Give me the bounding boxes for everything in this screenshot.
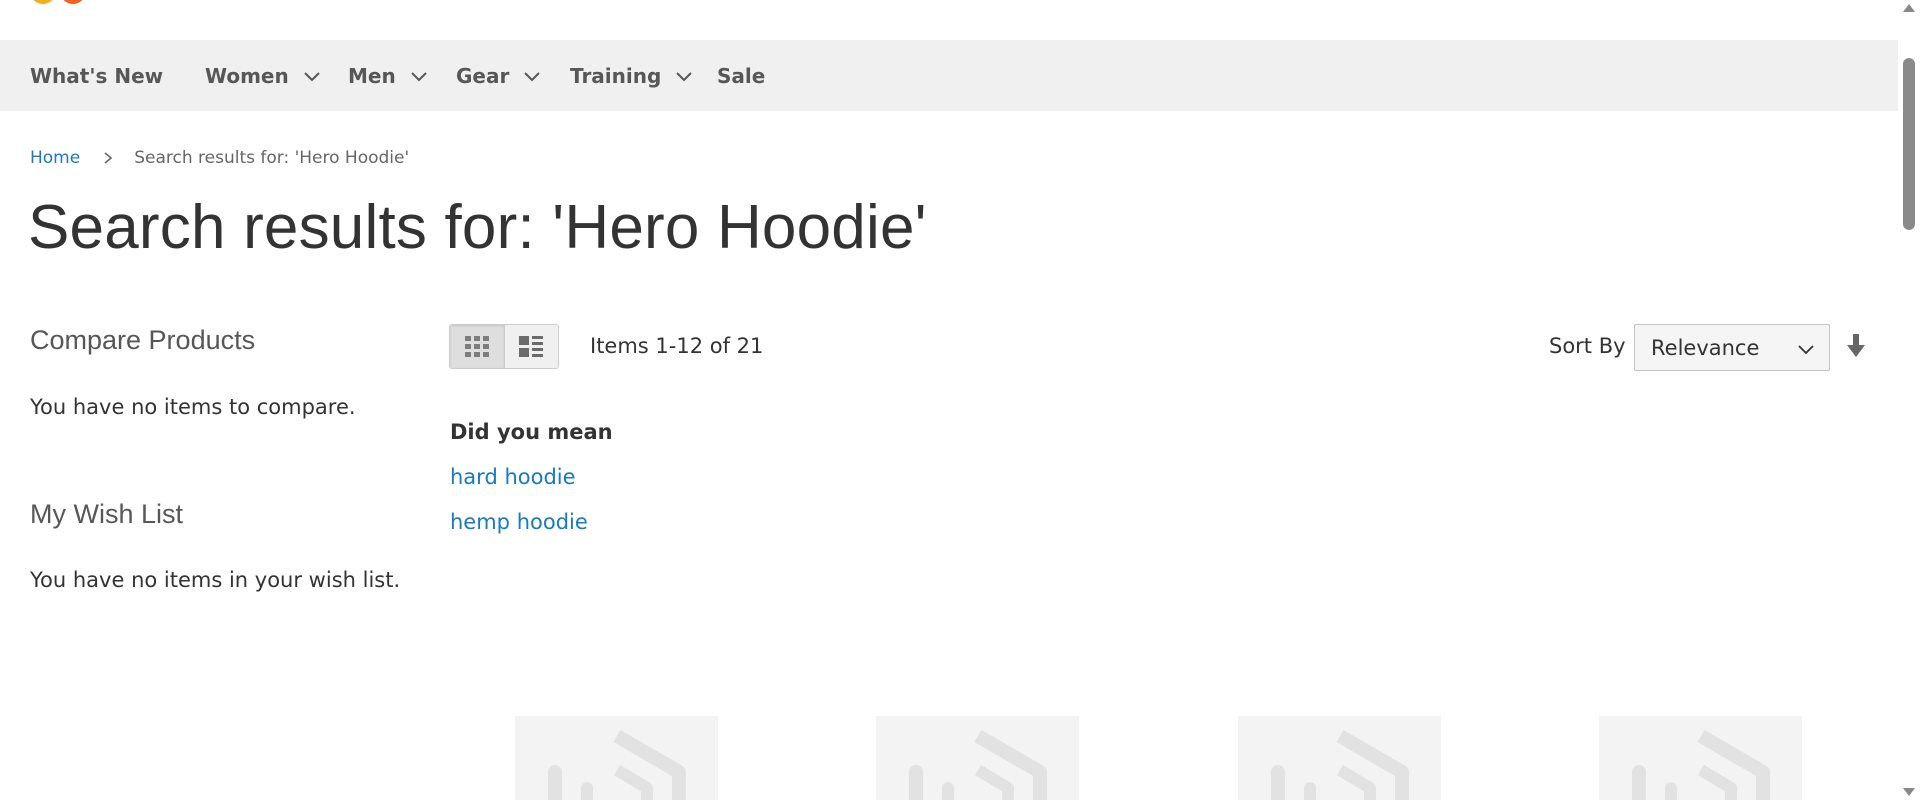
nav-item-label: Training (570, 63, 662, 88)
nav-item-training[interactable]: Training (570, 40, 693, 111)
nav-item-label: Men (348, 63, 396, 88)
chevron-down-icon (304, 71, 320, 81)
sort-by-label: Sort By (1549, 334, 1626, 358)
wishlist-empty-text: You have no items in your wish list. (30, 568, 401, 592)
logo-shape-right (60, 0, 86, 4)
nav-item-label: Women (205, 63, 289, 88)
sort-selected-value: Relevance (1651, 335, 1760, 360)
sort-direction-arrow-down-icon[interactable] (1845, 333, 1867, 359)
nav-item-women[interactable]: Women (205, 40, 321, 111)
compare-empty-text: You have no items to compare. (30, 395, 356, 419)
view-mode-switcher (449, 324, 559, 369)
breadcrumb-current: Search results for: 'Hero Hoodie' (134, 148, 410, 168)
scrollbar-thumb[interactable] (1903, 58, 1915, 230)
sort-by-select[interactable]: Relevance (1634, 324, 1830, 371)
product-item-image[interactable] (876, 716, 1079, 800)
compare-products-title: Compare Products (30, 325, 256, 355)
product-placeholder-icon (548, 730, 686, 800)
nav-item-label: Gear (456, 63, 510, 88)
product-placeholder-icon (1271, 730, 1409, 800)
toolbar-items-count: Items 1-12 of 21 (590, 334, 764, 358)
product-item-image[interactable] (1599, 716, 1802, 800)
grid-icon (464, 335, 489, 357)
breadcrumb-home-link[interactable]: Home (30, 148, 80, 168)
grid-view-button[interactable] (450, 325, 504, 368)
chevron-right-icon (104, 152, 113, 164)
chevron-down-icon (676, 71, 693, 81)
breadcrumb: Home Search results for: 'Hero Hoodie' (30, 148, 409, 168)
page-scrollbar[interactable] (1898, 0, 1920, 800)
nav-item-label: Sale (717, 63, 766, 88)
product-placeholder-icon (909, 730, 1047, 800)
nav-item-whats-new[interactable]: What's New (30, 40, 163, 111)
did-you-mean-title: Did you mean (450, 420, 613, 444)
scroll-up-arrow-icon[interactable] (1903, 4, 1915, 12)
list-icon (519, 335, 544, 357)
product-item-image[interactable] (1238, 716, 1441, 800)
page-title: Search results for: 'Hero Hoodie' (28, 193, 927, 262)
list-view-button[interactable] (503, 325, 558, 368)
main-navigation: What's New Women Men Gear Training Sale (0, 40, 1898, 111)
nav-item-men[interactable]: Men (348, 40, 428, 111)
nav-item-label: What's New (30, 63, 164, 88)
scroll-down-arrow-icon[interactable] (1903, 788, 1915, 796)
product-item-image[interactable] (515, 716, 718, 800)
logo-shape-left (30, 0, 56, 4)
product-placeholder-icon (1632, 730, 1770, 800)
chevron-down-icon (1798, 345, 1814, 355)
chevron-down-icon (524, 71, 541, 81)
nav-item-gear[interactable]: Gear (456, 40, 541, 111)
suggestion-link[interactable]: hemp hoodie (450, 510, 588, 534)
chevron-down-icon (411, 71, 427, 81)
store-logo[interactable] (30, 0, 100, 6)
wishlist-title: My Wish List (30, 499, 184, 529)
nav-item-sale[interactable]: Sale (717, 40, 765, 111)
suggestion-link[interactable]: hard hoodie (450, 465, 576, 489)
